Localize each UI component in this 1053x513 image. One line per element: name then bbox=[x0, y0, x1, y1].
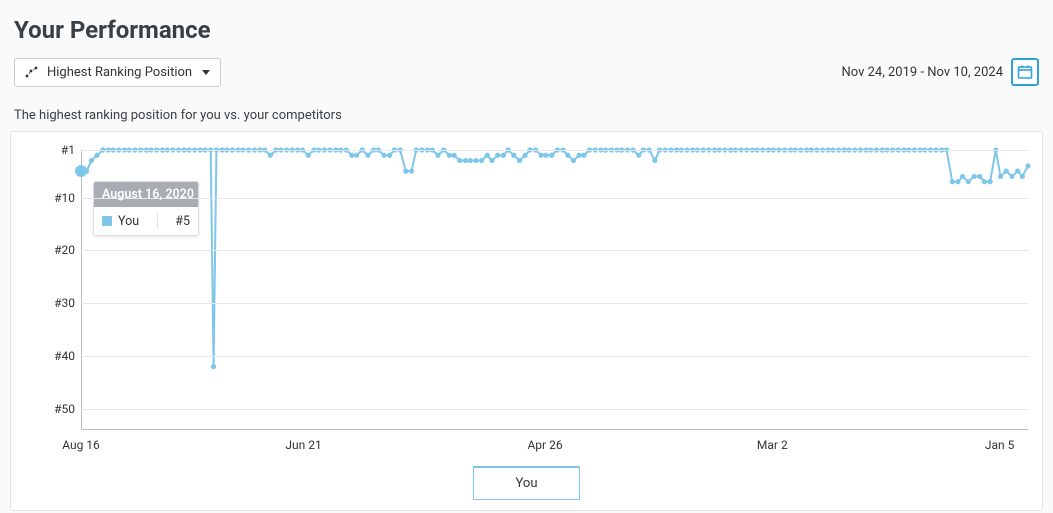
x-tick-label: Jan 5 bbox=[985, 438, 1015, 452]
grid-line bbox=[81, 198, 1028, 199]
date-range-text: Nov 24, 2019 - Nov 10, 2024 bbox=[841, 65, 1003, 80]
plot-area[interactable]: August 16, 2020 You #5 #1#10#20#30#40#50… bbox=[81, 150, 1028, 430]
grid-line bbox=[81, 250, 1028, 251]
grid-line bbox=[81, 150, 1028, 151]
x-tick-label: Jun 21 bbox=[285, 438, 321, 452]
y-tick-label: #10 bbox=[47, 191, 75, 205]
chart-subtitle: The highest ranking position for you vs.… bbox=[0, 90, 1053, 131]
highlight-dot bbox=[75, 165, 87, 177]
y-tick-label: #30 bbox=[47, 296, 75, 310]
tooltip: August 16, 2020 You #5 bbox=[93, 181, 199, 236]
tooltip-series-label: You bbox=[118, 214, 139, 229]
caret-down-icon bbox=[202, 70, 210, 75]
calendar-icon bbox=[1017, 64, 1033, 80]
x-tick-label: Mar 2 bbox=[757, 438, 788, 452]
metric-dropdown[interactable]: Highest Ranking Position bbox=[14, 58, 221, 87]
scatter-chart-icon bbox=[25, 65, 39, 79]
grid-line bbox=[81, 356, 1028, 357]
controls-row: Highest Ranking Position Nov 24, 2019 - … bbox=[0, 54, 1053, 90]
x-tick-label: Aug 16 bbox=[62, 438, 100, 452]
line-series bbox=[81, 150, 1028, 430]
tooltip-value: #5 bbox=[175, 214, 190, 229]
grid-line bbox=[81, 303, 1028, 304]
y-tick-label: #40 bbox=[47, 349, 75, 363]
legend-you[interactable]: You bbox=[473, 466, 581, 500]
chart-card: August 16, 2020 You #5 #1 #10 #20 #30 #40 #50… bbox=[10, 131, 1043, 511]
x-tick-label: Apr 26 bbox=[527, 438, 562, 452]
dropdown-label: Highest Ranking Position bbox=[47, 65, 192, 80]
grid-line bbox=[81, 409, 1028, 410]
tooltip-date: August 16, 2020 bbox=[94, 182, 198, 207]
date-range-group: Nov 24, 2019 - Nov 10, 2024 bbox=[841, 58, 1039, 86]
tooltip-divider bbox=[157, 213, 158, 229]
page-title: Your Performance bbox=[0, 0, 1053, 54]
calendar-button[interactable] bbox=[1011, 58, 1039, 86]
y-tick-label: #1 bbox=[47, 143, 75, 157]
y-tick-label: #20 bbox=[47, 243, 75, 257]
y-tick-label: #50 bbox=[47, 402, 75, 416]
tooltip-swatch bbox=[102, 216, 112, 226]
